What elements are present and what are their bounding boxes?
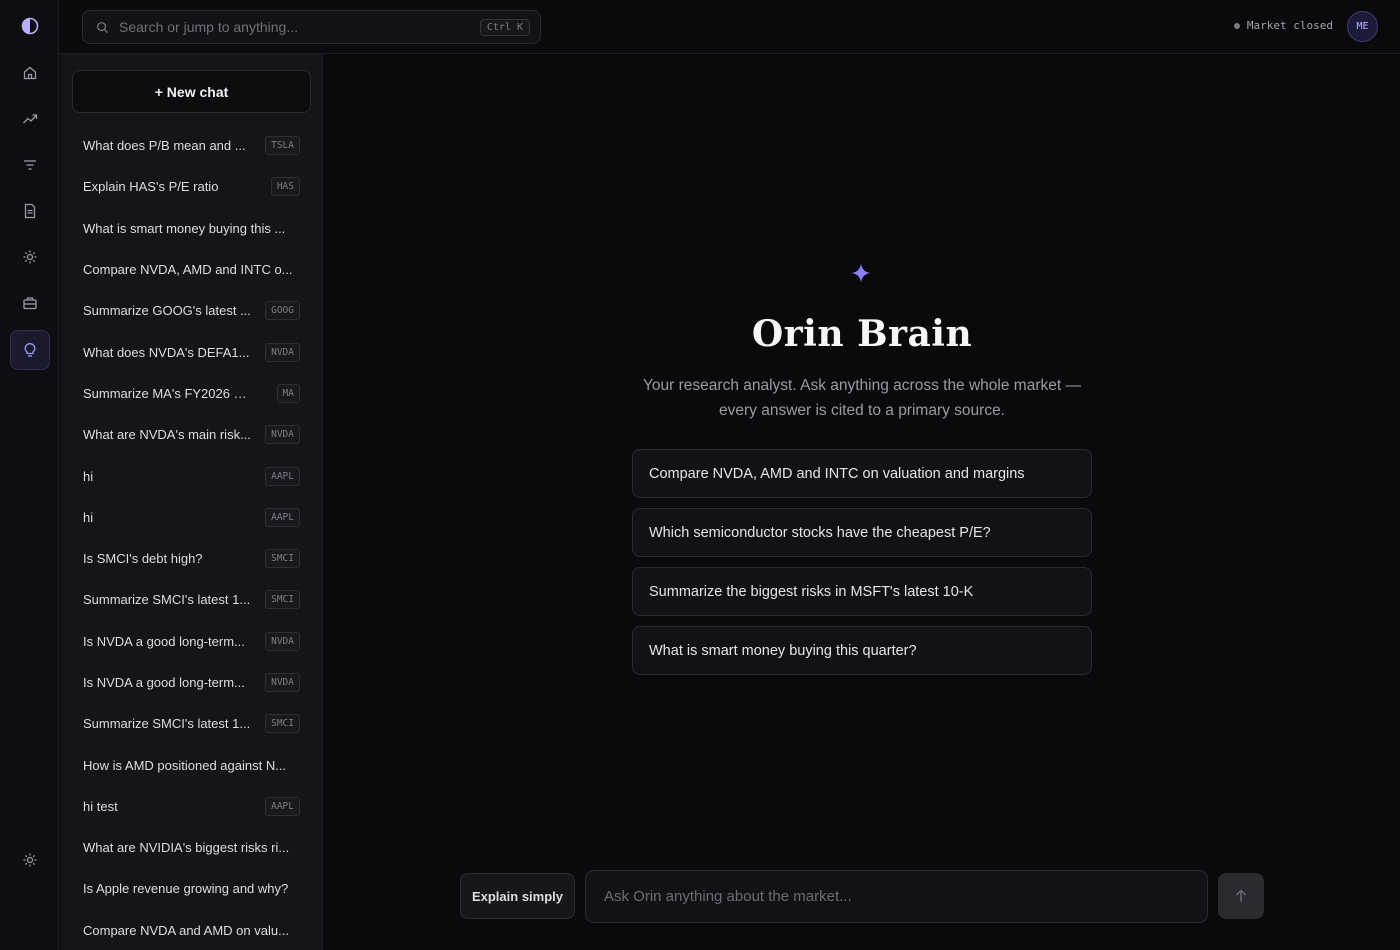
chat-history-sidebar: + New chat What does P/B mean and ... TSL… — [60, 54, 323, 950]
ticker-badge: SMCI — [265, 590, 300, 610]
arrow-up-icon — [1236, 889, 1246, 902]
suggestion-card[interactable]: Compare NVDA, AMD and INTC on valuation … — [632, 449, 1092, 498]
suggestion-list: Compare NVDA, AMD and INTC on valuation … — [632, 449, 1092, 685]
chat-title: hi — [83, 468, 94, 484]
list-item[interactable]: hi test AAPL — [60, 786, 322, 827]
list-item[interactable]: Compare NVDA, AMD and INTC o... — [60, 249, 322, 290]
suggestion-card[interactable]: What is smart money buying this quarter? — [632, 626, 1092, 675]
chat-title: Compare NVDA, AMD and INTC o... — [83, 262, 293, 278]
list-item[interactable]: Explain HAS's P/E ratio HAS — [60, 166, 322, 207]
market-status-label: Market closed — [1246, 19, 1333, 32]
document-icon[interactable] — [10, 191, 50, 231]
chat-title: What does NVDA's DEFA1... — [83, 344, 250, 360]
chat-title: Summarize MA's FY2026 Q1 ... — [83, 385, 255, 401]
page-title: Orin Brain — [751, 313, 973, 355]
avatar[interactable]: ME — [1347, 11, 1378, 42]
half-circle-logo-icon[interactable] — [10, 6, 50, 46]
briefcase-icon[interactable] — [10, 283, 50, 323]
home-icon[interactable] — [10, 53, 50, 93]
ticker-badge: GOOG — [265, 301, 300, 321]
chat-title: hi — [83, 509, 94, 525]
filter-icon[interactable] — [10, 145, 50, 185]
list-item[interactable]: What are NVIDIA's biggest risks ri... — [60, 827, 322, 868]
chat-title: Summarize SMCI's latest 1... — [83, 716, 251, 732]
ticker-badge: MA — [276, 383, 300, 403]
list-item[interactable]: Is Apple revenue growing and why? — [60, 868, 322, 909]
icon-rail — [0, 0, 59, 950]
page-subtitle: Your research analyst. Ask anything acro… — [643, 377, 1081, 419]
chat-title: How is AMD positioned against N... — [83, 757, 287, 773]
app-window: Ctrl K Market closed ME + New chat What … — [0, 0, 1400, 950]
lightbulb-icon[interactable] — [10, 330, 50, 370]
new-chat-button[interactable]: + New chat — [72, 70, 311, 113]
ticker-badge: AAPL — [265, 507, 300, 527]
list-item[interactable]: Summarize GOOG's latest ... GOOG — [60, 290, 322, 331]
search-bar[interactable]: Ctrl K — [82, 10, 541, 44]
ticker-badge: TSLA — [265, 136, 300, 156]
list-item[interactable]: Summarize SMCI's latest 1... SMCI — [60, 703, 322, 744]
chat-title: Summarize SMCI's latest 1... — [83, 592, 251, 608]
list-item[interactable]: What is smart money buying this ... — [60, 208, 322, 249]
chat-title: What are NVIDIA's biggest risks ri... — [83, 840, 290, 856]
ticker-badge: NVDA — [265, 673, 300, 692]
list-item[interactable]: How is AMD positioned against N... — [60, 744, 322, 785]
sparkle-icon — [851, 263, 871, 283]
ticker-badge: NVDA — [265, 342, 300, 362]
list-item[interactable]: What does NVDA's DEFA1... NVDA — [60, 331, 322, 372]
list-item[interactable]: Summarize SMCI's latest 1... SMCI — [60, 579, 322, 620]
chat-title: hi test — [83, 798, 118, 814]
chat-composer[interactable] — [585, 870, 1208, 923]
chat-title: What are NVDA's main risk... — [83, 427, 251, 443]
shortcut-hint: Ctrl K — [479, 18, 530, 36]
search-icon — [97, 21, 109, 33]
theme-toggle-sun-icon[interactable] — [10, 840, 50, 880]
chat-title: Is SMCI's debt high? — [83, 551, 203, 567]
send-button[interactable] — [1218, 873, 1264, 919]
ticker-badge: HAS — [270, 177, 300, 197]
market-status: Market closed — [1233, 19, 1333, 32]
suggestion-card[interactable]: Which semiconductor stocks have the chea… — [632, 508, 1092, 557]
list-item[interactable]: Is SMCI's debt high? SMCI — [60, 538, 322, 579]
chat-title: Is NVDA a good long-term... — [83, 633, 245, 649]
chat-title: Is Apple revenue growing and why? — [83, 881, 289, 897]
chat-history-list: What does P/B mean and ... TSLA Explain HA… — [60, 125, 322, 950]
list-item[interactable]: Summarize MA's FY2026 Q1 ... MA — [60, 373, 322, 414]
list-item[interactable]: Is NVDA a good long-term... NVDA — [60, 621, 322, 662]
ticker-badge: AAPL — [265, 466, 300, 486]
chat-title: Is NVDA a good long-term... — [83, 675, 245, 690]
search-input[interactable] — [119, 19, 480, 35]
list-item[interactable]: Compare NVDA and AMD on valu... — [60, 910, 322, 950]
chat-title: Summarize GOOG's latest ... — [83, 303, 251, 319]
chat-title: What does P/B mean and ... — [83, 138, 246, 154]
sun-icon[interactable] — [10, 237, 50, 277]
chat-title: What is smart money buying this ... — [83, 220, 286, 236]
ticker-badge: NVDA — [265, 425, 300, 445]
ticker-badge: NVDA — [265, 631, 300, 651]
ticker-badge: AAPL — [265, 796, 300, 816]
ticker-badge: SMCI — [265, 714, 300, 734]
list-item[interactable]: hi AAPL — [60, 455, 322, 496]
status-dot — [1233, 22, 1240, 29]
suggestion-card[interactable]: Summarize the biggest risks in MSFT's la… — [632, 567, 1092, 616]
top-bar: Ctrl K Market closed ME — [59, 0, 1400, 54]
trending-up-icon[interactable] — [10, 99, 50, 139]
list-item[interactable]: What does P/B mean and ... TSLA — [60, 125, 322, 166]
list-item[interactable]: hi AAPL — [60, 497, 322, 538]
ticker-badge: SMCI — [265, 549, 300, 569]
list-item[interactable]: Is NVDA a good long-term... NVDA — [60, 662, 322, 703]
list-item[interactable]: What are NVDA's main risk... NVDA — [60, 414, 322, 455]
chat-title: Compare NVDA and AMD on valu... — [83, 922, 289, 938]
main-panel: Orin Brain Your research analyst. Ask an… — [324, 55, 1400, 950]
explain-simply-button[interactable]: Explain simply — [460, 873, 575, 919]
chat-title: Explain HAS's P/E ratio — [83, 179, 219, 195]
chat-input[interactable] — [604, 888, 1189, 905]
